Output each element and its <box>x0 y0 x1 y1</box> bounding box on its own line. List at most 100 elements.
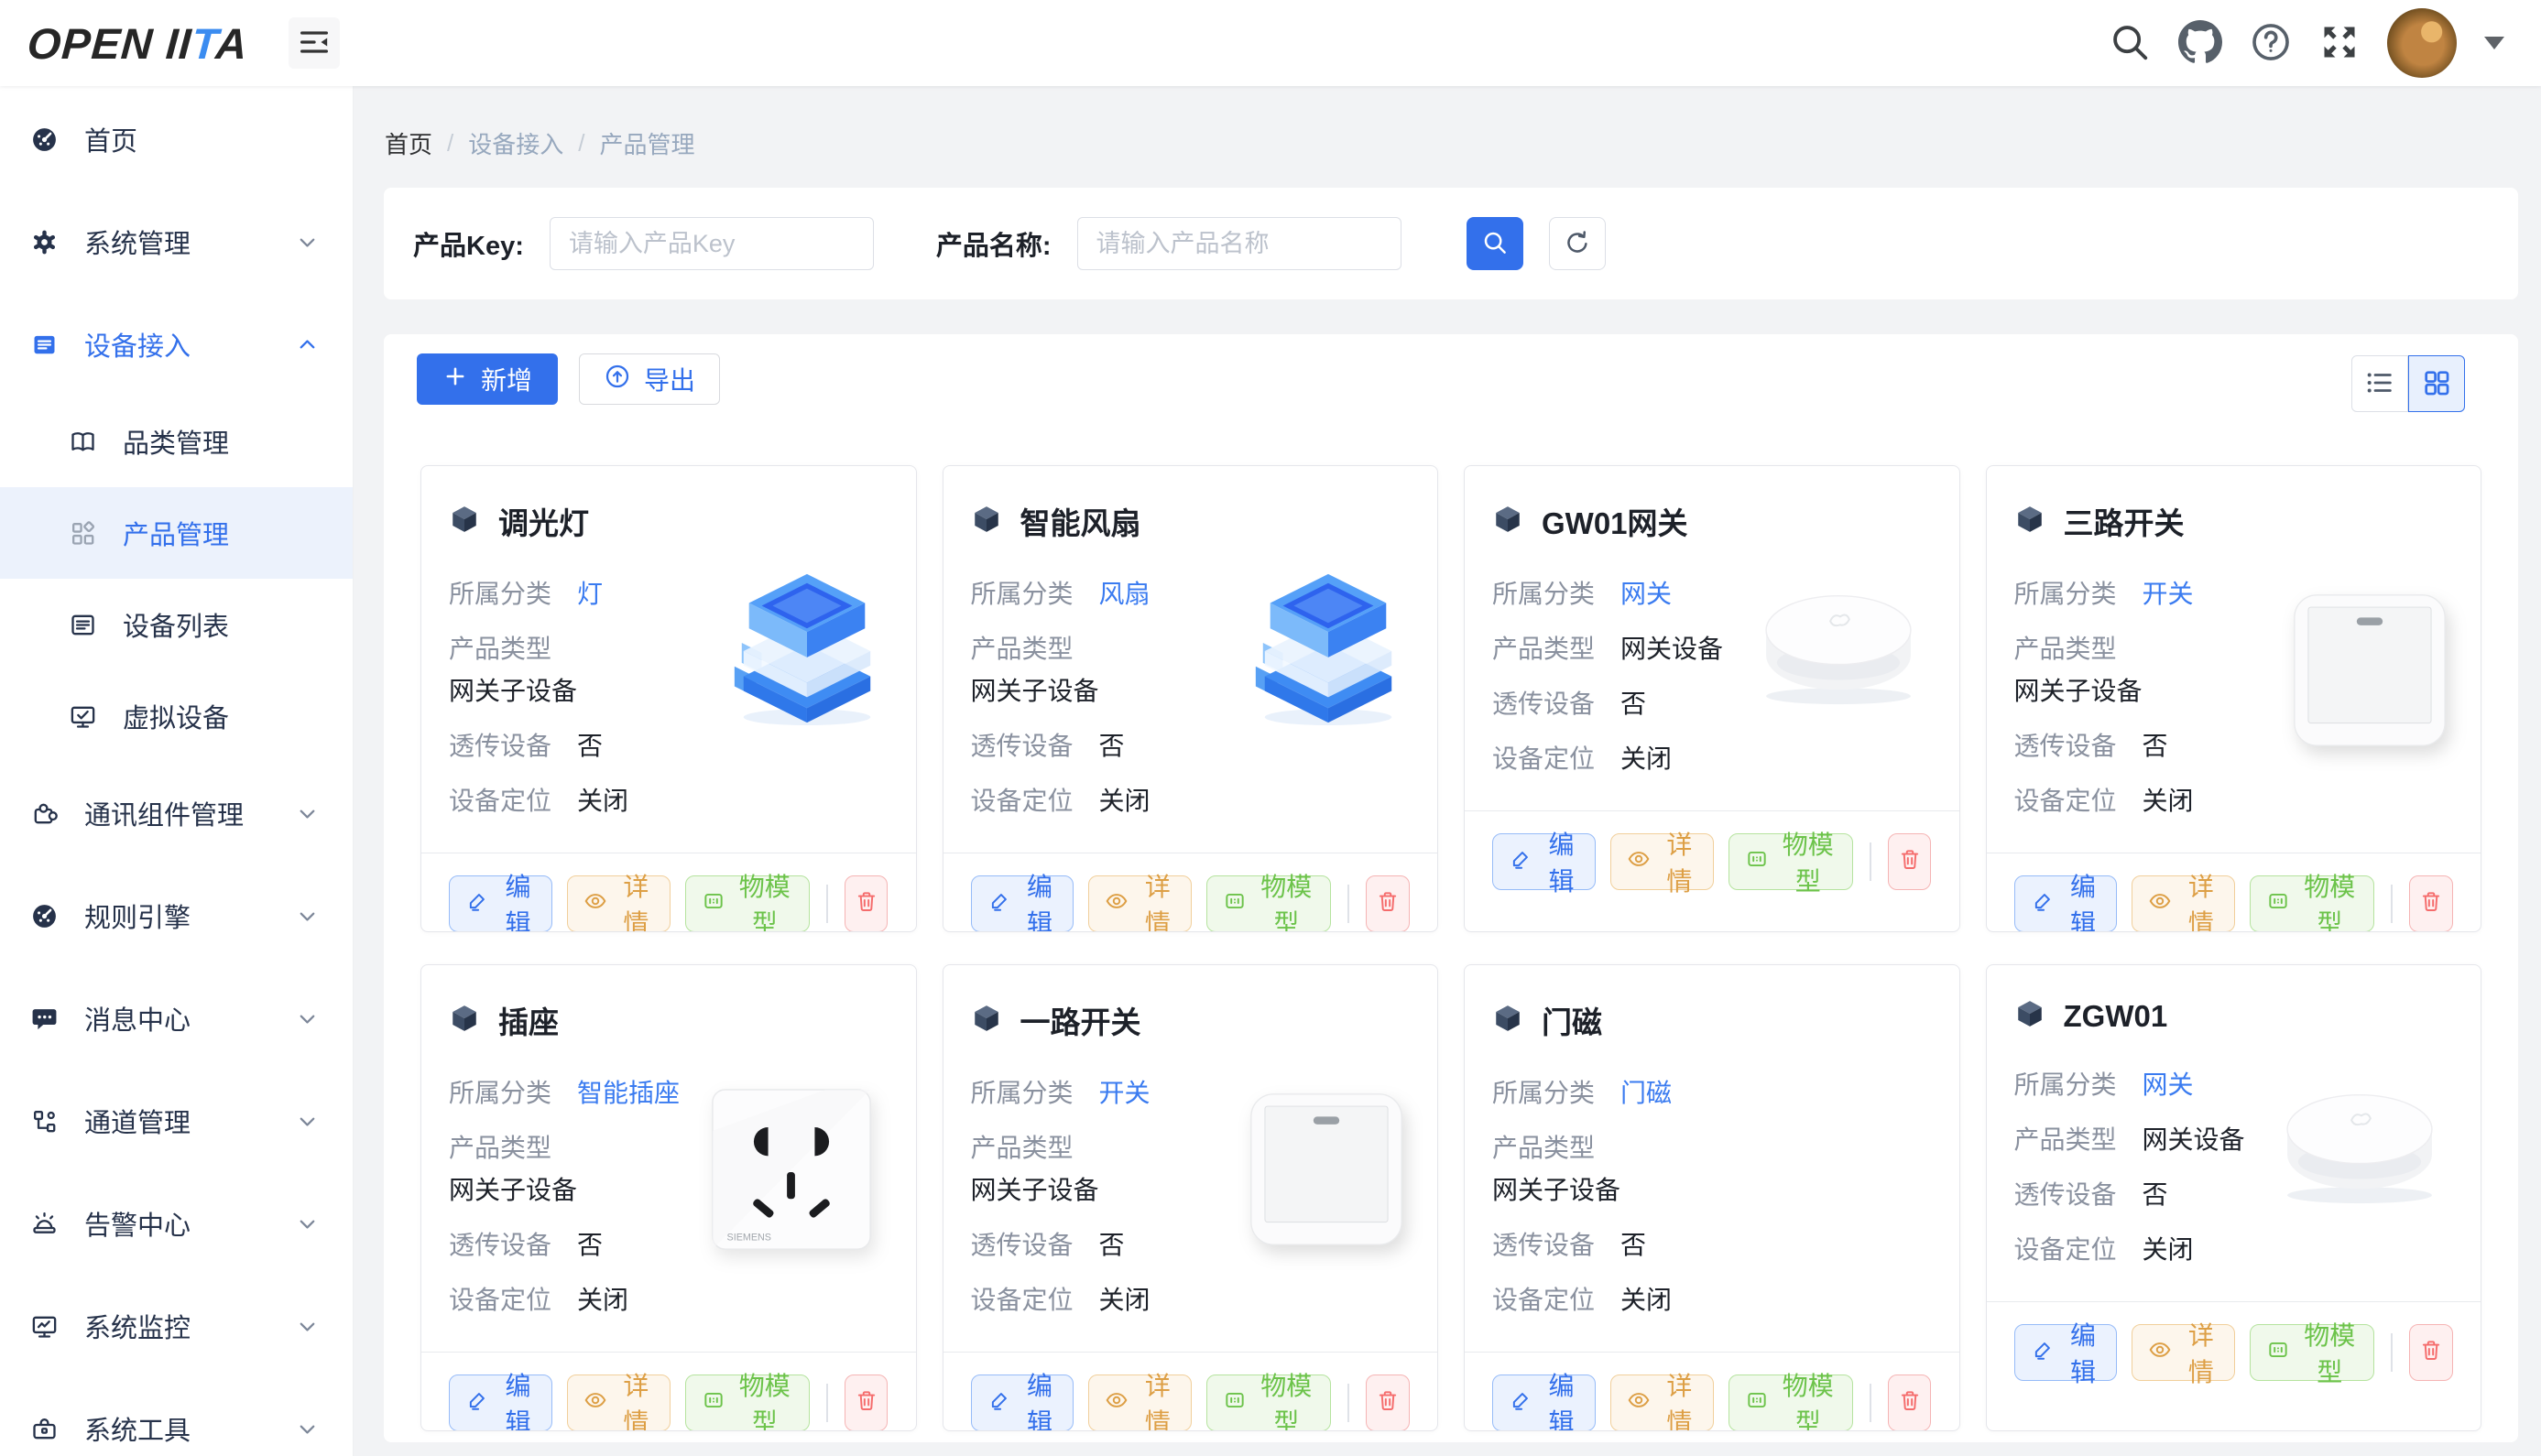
field-label: 设备定位 <box>971 1280 1074 1320</box>
sidebar-item-grid[interactable]: 产品管理 <box>0 487 353 579</box>
edit-button[interactable]: 编辑 <box>449 875 552 932</box>
search-icon <box>2109 21 2151 66</box>
user-menu-caret-button[interactable] <box>2484 37 2504 49</box>
sidebar-item-form[interactable]: 设备接入 <box>0 293 353 396</box>
sidebar-item-dashboard[interactable]: 规则引擎 <box>0 864 353 967</box>
chevron-down-icon <box>295 1314 320 1339</box>
field-value: 网关子设备 <box>449 1170 577 1211</box>
detail-button[interactable]: 详情 <box>1610 833 1714 890</box>
chevron-down-icon <box>295 904 320 929</box>
field-label: 所属分类 <box>971 574 1074 614</box>
search-button[interactable] <box>2109 21 2151 66</box>
breadcrumb-item[interactable]: 首页 <box>385 126 432 160</box>
add-button[interactable]: 新增 <box>417 353 558 405</box>
edit-pencil-icon <box>2031 1338 2055 1368</box>
sidebar-item-pipeline[interactable]: 通道管理 <box>0 1070 353 1172</box>
sidebar-item-toolbox[interactable]: 系统工具 <box>0 1377 353 1456</box>
edit-button[interactable]: 编辑 <box>971 1375 1074 1431</box>
field-label: 设备定位 <box>2014 1230 2117 1270</box>
thing-model-button[interactable]: 物模型 <box>2250 1324 2374 1381</box>
delete-button[interactable] <box>845 1375 889 1431</box>
delete-button[interactable] <box>1366 875 1410 932</box>
detail-button[interactable]: 详情 <box>2132 875 2235 932</box>
product-cube-icon <box>1492 1003 1523 1038</box>
thing-model-button[interactable]: 物模型 <box>2250 875 2374 932</box>
field-value: 否 <box>1620 684 1646 724</box>
fullscreen-button[interactable] <box>2319 22 2360 65</box>
field-label: 产品类型 <box>1492 629 1595 669</box>
product-card: 一路开关 所属分类开关产品类型网关子设备透传设备否设备定位关闭 编辑 详情 物模… <box>943 964 1439 1431</box>
github-button[interactable] <box>2178 20 2222 67</box>
filter-search-button[interactable] <box>1467 217 1523 270</box>
sidebar-item-book[interactable]: 品类管理 <box>0 396 353 487</box>
sidebar-item-label: 告警中心 <box>84 1204 191 1243</box>
detail-button[interactable]: 详情 <box>2132 1324 2235 1381</box>
export-button[interactable]: 导出 <box>579 353 720 405</box>
sidebar-item-chat[interactable]: 消息中心 <box>0 967 353 1070</box>
edit-button[interactable]: 编辑 <box>1492 833 1596 890</box>
field-label: 产品类型 <box>2014 629 2117 669</box>
category-link[interactable]: 门磁 <box>1620 1073 1672 1114</box>
detail-button[interactable]: 详情 <box>1088 1375 1192 1431</box>
thing-model-button[interactable]: 物模型 <box>1729 1375 1853 1431</box>
grid-view-button[interactable] <box>2408 355 2465 412</box>
thing-model-button[interactable]: 物模型 <box>1206 875 1331 932</box>
chevron-down-icon <box>295 1417 320 1441</box>
detail-button[interactable]: 详情 <box>1610 1375 1714 1431</box>
card-divider <box>1465 810 1959 811</box>
product-card: 调光灯 所属分类灯产品类型网关子设备透传设备否设备定位关闭 编辑 详情 物模型 <box>420 465 917 932</box>
detail-button[interactable]: 详情 <box>567 1375 671 1431</box>
help-button[interactable] <box>2250 21 2292 66</box>
detail-button[interactable]: 详情 <box>1088 875 1192 932</box>
list-view-button[interactable] <box>2351 355 2408 412</box>
category-link[interactable]: 灯 <box>577 574 603 614</box>
category-link[interactable]: 风扇 <box>1099 574 1151 614</box>
product-key-input[interactable] <box>550 217 874 270</box>
edit-button[interactable]: 编辑 <box>971 875 1074 932</box>
field-value: 否 <box>2143 726 2168 766</box>
breadcrumb-separator: / <box>447 129 453 158</box>
sidebar-item-list[interactable]: 设备列表 <box>0 579 353 670</box>
delete-button[interactable] <box>2409 875 2453 932</box>
filter-reset-button[interactable] <box>1549 217 1606 270</box>
sidebar-item-alarm[interactable]: 告警中心 <box>0 1172 353 1275</box>
category-link[interactable]: 开关 <box>2143 574 2194 614</box>
chevron-up-icon <box>295 332 320 357</box>
thing-model-button[interactable]: 物模型 <box>685 1375 810 1431</box>
sidebar-item-gear[interactable]: 系统管理 <box>0 190 353 293</box>
product-name-input[interactable] <box>1077 217 1401 270</box>
thing-model-button[interactable]: 物模型 <box>685 875 810 932</box>
category-link[interactable]: 开关 <box>1099 1073 1151 1114</box>
product-card: 插座 所属分类智能插座产品类型网关子设备透传设备否设备定位关闭 SIEMENS … <box>420 964 917 1431</box>
sidebar-item-monitor[interactable]: 系统监控 <box>0 1275 353 1377</box>
sidebar-item-puzzle[interactable]: 通讯组件管理 <box>0 762 353 864</box>
delete-button[interactable] <box>1888 833 1932 890</box>
category-link[interactable]: 网关 <box>2143 1065 2194 1105</box>
edit-button[interactable]: 编辑 <box>449 1375 552 1431</box>
thing-model-button[interactable]: 物模型 <box>1206 1375 1331 1431</box>
detail-button[interactable]: 详情 <box>567 875 671 932</box>
delete-button[interactable] <box>845 875 889 932</box>
category-link[interactable]: 智能插座 <box>577 1073 680 1114</box>
edit-button[interactable]: 编辑 <box>2014 875 2118 932</box>
edit-button[interactable]: 编辑 <box>1492 1375 1596 1431</box>
breadcrumb-item: 产品管理 <box>600 126 695 160</box>
field-value: 网关子设备 <box>971 1170 1099 1211</box>
plus-icon <box>442 364 468 396</box>
delete-button[interactable] <box>2409 1324 2453 1381</box>
sidebar-collapse-button[interactable] <box>289 17 340 69</box>
user-menu-button[interactable] <box>2387 8 2457 78</box>
product-title: 一路开关 <box>1020 998 1141 1042</box>
sidebar-item-home[interactable]: 首页 <box>0 88 353 190</box>
delete-button[interactable] <box>1888 1375 1932 1431</box>
sidebar-item-monitor-check[interactable]: 虚拟设备 <box>0 670 353 762</box>
breadcrumb-item: 设备接入 <box>468 126 563 160</box>
sidebar-item-label: 系统管理 <box>84 223 191 261</box>
thing-model-button[interactable]: 物模型 <box>1729 833 1853 890</box>
edit-button[interactable]: 编辑 <box>2014 1324 2118 1381</box>
thing-model-icon <box>702 1388 725 1418</box>
thing-model-icon <box>2266 889 2290 919</box>
field-label: 透传设备 <box>1492 1225 1595 1266</box>
category-link[interactable]: 网关 <box>1620 574 1672 614</box>
delete-button[interactable] <box>1366 1375 1410 1431</box>
